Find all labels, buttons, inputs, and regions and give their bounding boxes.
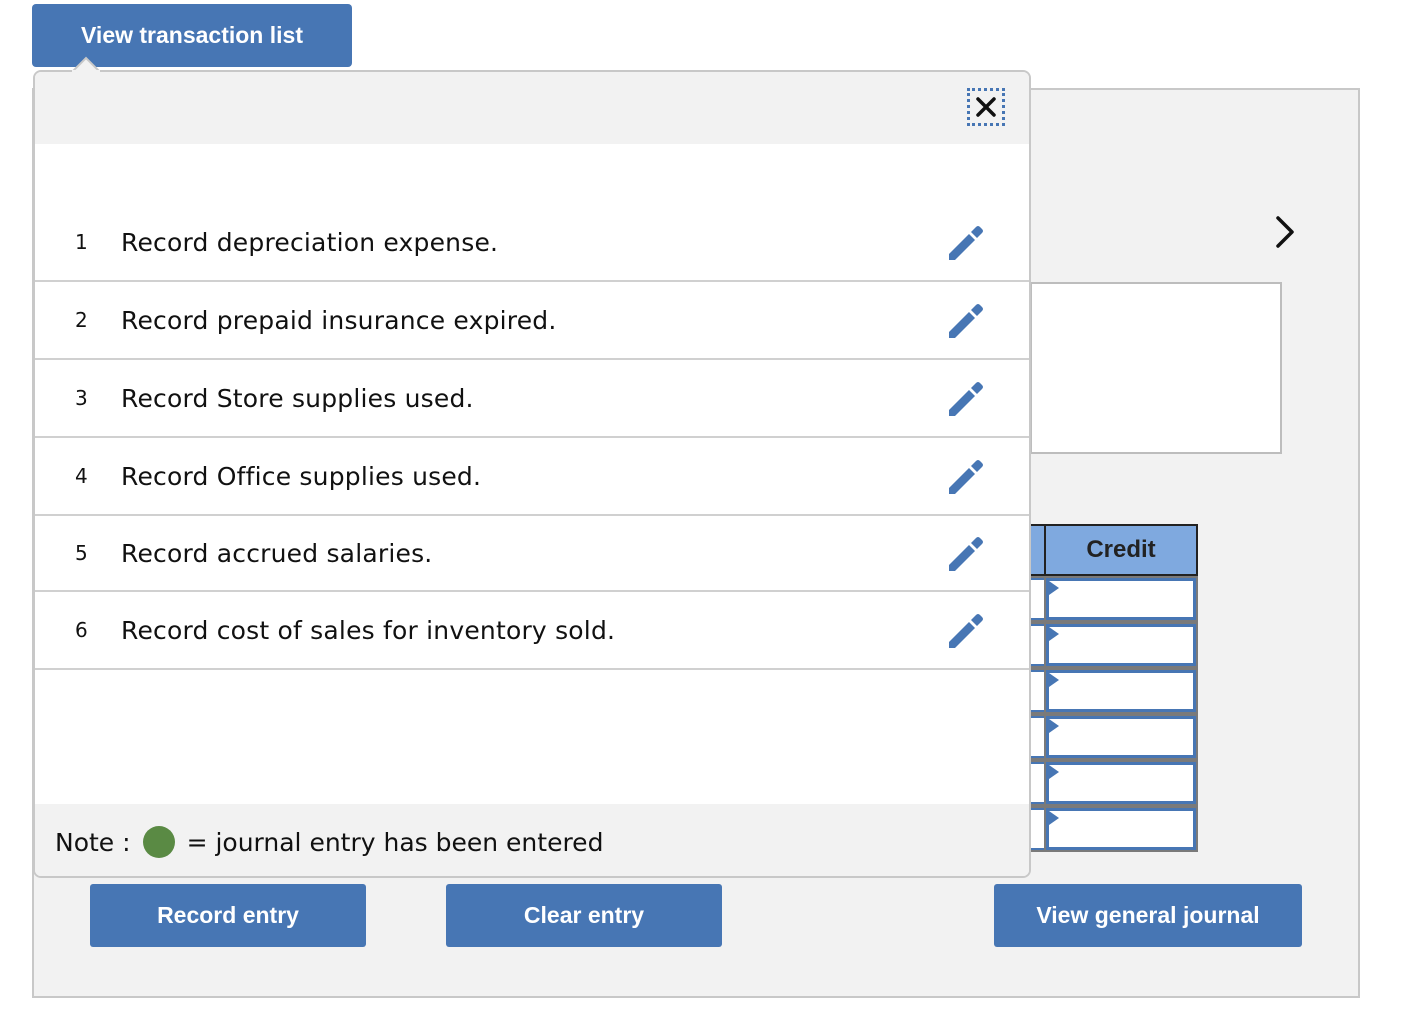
cell-marker-icon xyxy=(1049,673,1059,687)
transaction-number: 1 xyxy=(75,230,88,254)
credit-input[interactable] xyxy=(1046,762,1196,804)
transaction-number: 4 xyxy=(75,464,88,488)
credit-header-label: Credit xyxy=(1086,536,1156,563)
transaction-item[interactable]: 6 Record cost of sales for inventory sol… xyxy=(35,592,1029,670)
close-icon xyxy=(976,97,996,117)
cell-marker-icon xyxy=(1049,719,1059,733)
credit-column-header: Credit xyxy=(1030,524,1198,576)
credit-input[interactable] xyxy=(1046,808,1196,850)
pencil-icon[interactable] xyxy=(945,222,985,262)
transaction-info-box xyxy=(1030,282,1282,454)
pencil-icon[interactable] xyxy=(945,610,985,650)
journal-row xyxy=(1030,714,1198,760)
record-entry-button[interactable]: Record entry xyxy=(90,884,366,947)
transaction-description: Record Store supplies used. xyxy=(121,383,474,413)
cell-marker-icon xyxy=(1049,581,1059,595)
transaction-description: Record prepaid insurance expired. xyxy=(121,305,557,335)
pencil-icon[interactable] xyxy=(945,378,985,418)
debit-cell[interactable] xyxy=(1030,716,1044,758)
transaction-item[interactable]: 3 Record Store supplies used. xyxy=(35,360,1029,438)
transaction-number: 5 xyxy=(75,541,88,565)
debit-cell[interactable] xyxy=(1030,808,1044,850)
cell-marker-icon xyxy=(1049,627,1059,641)
debit-cell[interactable] xyxy=(1030,578,1044,620)
transaction-item[interactable]: 1 Record depreciation expense. xyxy=(35,204,1029,282)
credit-input[interactable] xyxy=(1046,624,1196,666)
pencil-icon[interactable] xyxy=(945,300,985,340)
transaction-number: 2 xyxy=(75,308,88,332)
cell-marker-icon xyxy=(1049,811,1059,825)
journal-table: Credit xyxy=(1030,524,1198,852)
transaction-item[interactable]: 2 Record prepaid insurance expired. xyxy=(35,282,1029,360)
debit-cell[interactable] xyxy=(1030,670,1044,712)
pencil-icon[interactable] xyxy=(945,533,985,573)
credit-input[interactable] xyxy=(1046,716,1196,758)
transaction-number: 3 xyxy=(75,386,88,410)
journal-row xyxy=(1030,760,1198,806)
journal-row xyxy=(1030,806,1198,852)
note-text: = journal entry has been entered xyxy=(186,827,604,857)
journal-row xyxy=(1030,622,1198,668)
credit-input[interactable] xyxy=(1046,578,1196,620)
close-button[interactable] xyxy=(967,88,1005,126)
transaction-description: Record cost of sales for inventory sold. xyxy=(121,615,616,645)
next-chevron-icon[interactable] xyxy=(1270,210,1300,254)
popup-note: Note : = journal entry has been entered xyxy=(35,804,1029,876)
transaction-description: Record Office supplies used. xyxy=(121,461,482,491)
entered-status-dot-icon xyxy=(142,826,175,858)
transaction-number: 6 xyxy=(75,618,88,642)
pencil-icon[interactable] xyxy=(945,456,985,496)
popup-pointer xyxy=(72,56,100,72)
clear-entry-button[interactable]: Clear entry xyxy=(446,884,722,947)
cell-marker-icon xyxy=(1049,765,1059,779)
view-general-journal-button[interactable]: View general journal xyxy=(994,884,1302,947)
transaction-item[interactable]: 5 Record accrued salaries. xyxy=(35,516,1029,592)
credit-input[interactable] xyxy=(1046,670,1196,712)
transaction-description: Record depreciation expense. xyxy=(121,227,499,257)
debit-cell[interactable] xyxy=(1030,762,1044,804)
journal-row xyxy=(1030,668,1198,714)
transaction-description: Record accrued salaries. xyxy=(121,538,433,568)
transaction-list-popup: 1 Record depreciation expense. 2 Record … xyxy=(33,70,1031,878)
note-prefix: Note : xyxy=(55,827,131,857)
transaction-item[interactable]: 4 Record Office supplies used. xyxy=(35,438,1029,516)
debit-cell[interactable] xyxy=(1030,624,1044,666)
journal-row xyxy=(1030,576,1198,622)
popup-header xyxy=(35,72,1029,144)
